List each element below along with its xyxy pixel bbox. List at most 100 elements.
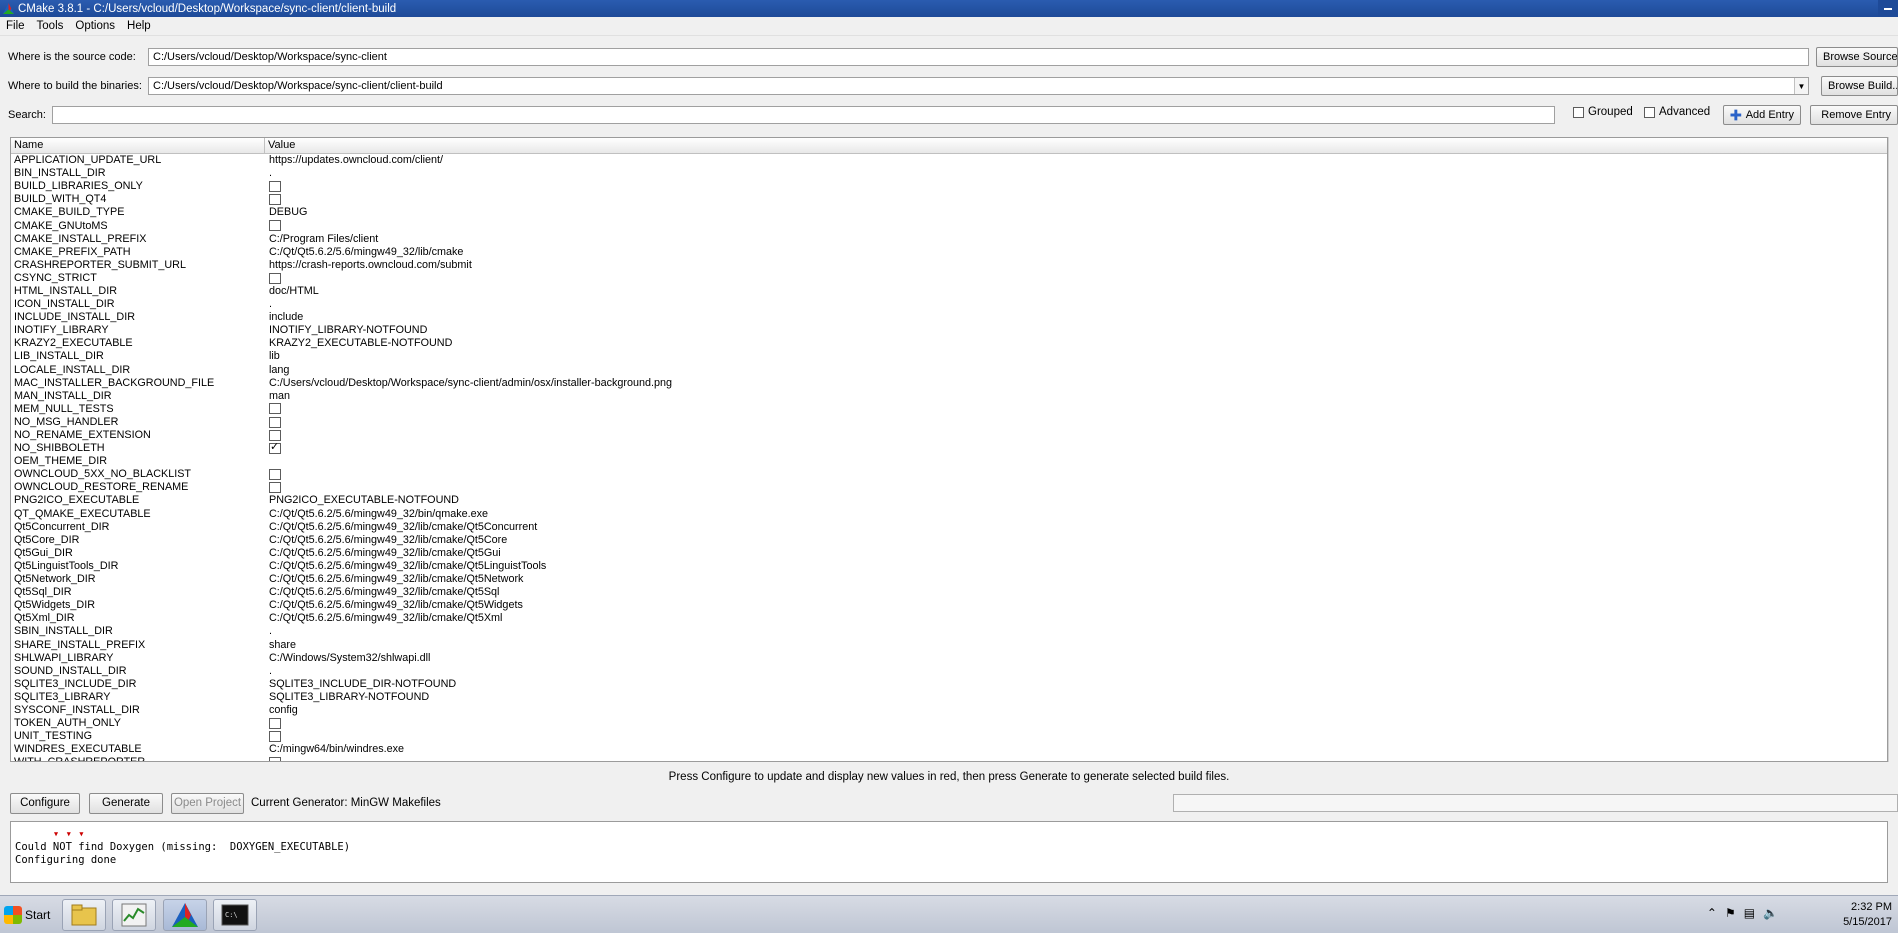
cache-entry-value[interactable]: SQLITE3_INCLUDE_DIR-NOTFOUND <box>265 678 1887 691</box>
browse-source-button[interactable]: Browse Source... <box>1816 47 1898 67</box>
cache-entry-value[interactable]: DEBUG <box>265 206 1887 219</box>
table-row[interactable]: KRAZY2_EXECUTABLE KRAZY2_EXECUTABLE-NOTFO… <box>11 337 1887 350</box>
source-path-input[interactable]: C:/Users/vcloud/Desktop/Workspace/sync-c… <box>148 48 1809 66</box>
cache-entry-value[interactable]: C:/Windows/System32/shlwapi.dll <box>265 652 1887 665</box>
generate-button[interactable]: Generate <box>89 793 163 814</box>
table-row[interactable]: BIN_INSTALL_DIR. <box>11 167 1887 180</box>
cache-entry-value[interactable]: C:/Qt/Qt5.6.2/5.6/mingw49_32/lib/cmake/Q… <box>265 586 1887 599</box>
cache-entry-value[interactable]: C:/Qt/Qt5.6.2/5.6/mingw49_32/lib/cmake/Q… <box>265 521 1887 534</box>
table-row[interactable]: CMAKE_GNUtoMS <box>11 219 1887 232</box>
cache-entry-value[interactable]: C:/Users/vcloud/Desktop/Workspace/sync-c… <box>265 377 1887 390</box>
table-row[interactable]: CRASHREPORTER_SUBMIT_URL https://crash-re… <box>11 259 1887 272</box>
taskbar-explorer[interactable] <box>62 899 106 931</box>
cache-entry-checkbox[interactable] <box>269 193 281 205</box>
cache-entry-value[interactable]: C:/Qt/Qt5.6.2/5.6/mingw49_32/lib/cmake/Q… <box>265 560 1887 573</box>
table-row[interactable]: Qt5Core_DIR C:/Qt/Qt5.6.2/5.6/mingw49_32/… <box>11 534 1887 547</box>
table-row[interactable]: HTML_INSTALL_DIR doc/HTML <box>11 285 1887 298</box>
network-icon[interactable]: ▤ <box>1744 906 1755 920</box>
table-row[interactable]: QT_QMAKE_EXECUTABLE C:/Qt/Qt5.6.2/5.6/min… <box>11 508 1887 521</box>
cache-entry-checkbox[interactable] <box>269 416 281 428</box>
table-row[interactable]: SHLWAPI_LIBRARY C:/Windows/System32/shlwa… <box>11 652 1887 665</box>
table-row[interactable]: ICON_INSTALL_DIR. <box>11 298 1887 311</box>
table-row[interactable]: SQLITE3_LIBRARY SQLITE3_LIBRARY-NOTFOUND <box>11 691 1887 704</box>
cache-entry-checkbox[interactable] <box>269 757 281 761</box>
menu-tools[interactable]: Tools <box>31 20 70 32</box>
add-entry-button[interactable]: Add Entry <box>1723 105 1801 125</box>
cache-entry-value[interactable]: lang <box>265 364 1887 377</box>
cache-entry-value[interactable]: C:/Qt/Qt5.6.2/5.6/mingw49_32/lib/cmake/Q… <box>265 612 1887 625</box>
taskbar-cmake[interactable] <box>163 899 207 931</box>
cache-entry-checkbox[interactable] <box>269 429 281 441</box>
table-row[interactable]: PNG2ICO_EXECUTABLE PNG2ICO_EXECUTABLE-NOT… <box>11 494 1887 507</box>
cache-entry-value[interactable]: . <box>265 298 1887 311</box>
menu-file[interactable]: File <box>0 20 31 32</box>
table-row[interactable]: WINDRES_EXECUTABLE C:/mingw64/bin/windres… <box>11 743 1887 756</box>
table-row[interactable]: SYSCONF_INSTALL_DIR config <box>11 704 1887 717</box>
column-header-name[interactable]: Name <box>11 138 265 153</box>
table-row[interactable]: NO_MSG_HANDLER <box>11 416 1887 429</box>
table-row[interactable]: LOCALE_INSTALL_DIR lang <box>11 364 1887 377</box>
cache-entry-value[interactable]: . <box>265 167 1887 180</box>
table-row[interactable]: CMAKE_INSTALL_PREFIX C:/Program Files/cli… <box>11 233 1887 246</box>
table-row[interactable]: MAN_INSTALL_DIR man <box>11 390 1887 403</box>
table-row[interactable]: CMAKE_BUILD_TYPE DEBUG <box>11 206 1887 219</box>
table-row[interactable]: INCLUDE_INSTALL_DIR include <box>11 311 1887 324</box>
table-row[interactable]: NO_RENAME_EXTENSION <box>11 429 1887 442</box>
cache-entry-checkbox[interactable] <box>269 730 281 742</box>
table-row[interactable]: OWNCLOUD_5XX_NO_BLACKLIST <box>11 468 1887 481</box>
cache-entry-value[interactable]: man <box>265 390 1887 403</box>
cache-entry-value[interactable]: C:/mingw64/bin/windres.exe <box>265 743 1887 756</box>
taskbar-monitor[interactable] <box>112 899 156 931</box>
cache-entry-value[interactable]: https://crash-reports.owncloud.com/submi… <box>265 259 1887 272</box>
menu-help[interactable]: Help <box>121 20 157 32</box>
cache-entry-value[interactable]: doc/HTML <box>265 285 1887 298</box>
table-row[interactable]: SQLITE3_INCLUDE_DIR SQLITE3_INCLUDE_DIR-N… <box>11 678 1887 691</box>
cache-entry-value[interactable]: SQLITE3_LIBRARY-NOTFOUND <box>265 691 1887 704</box>
table-row[interactable]: SHARE_INSTALL_PREFIX share <box>11 638 1887 652</box>
cache-entry-value[interactable]: C:/Qt/Qt5.6.2/5.6/mingw49_32/lib/cmake/Q… <box>265 599 1887 612</box>
table-row[interactable]: UNIT_TESTING <box>11 730 1887 743</box>
cache-entry-checkbox[interactable] <box>269 468 281 480</box>
action-center-icon[interactable]: ⚑ <box>1725 906 1736 920</box>
cache-entry-value[interactable]: . <box>265 625 1887 638</box>
table-row[interactable]: TOKEN_AUTH_ONLY <box>11 717 1887 730</box>
cache-entry-value[interactable]: C:/Qt/Qt5.6.2/5.6/mingw49_32/bin/qmake.e… <box>265 508 1887 521</box>
configure-button[interactable]: Configure <box>10 793 80 814</box>
table-row[interactable]: Qt5Widgets_DIR C:/Qt/Qt5.6.2/5.6/mingw49_… <box>11 599 1887 612</box>
table-vertical-scrollbar[interactable] <box>1888 137 1898 762</box>
cache-entry-value[interactable]: C:/Program Files/client <box>265 233 1887 246</box>
cache-entry-checkbox[interactable] <box>269 180 281 192</box>
table-row[interactable]: BUILD_WITH_QT4 <box>11 193 1887 206</box>
table-row[interactable]: MAC_INSTALLER_BACKGROUND_FILE C:/Users/vc… <box>11 377 1887 390</box>
table-row[interactable]: Qt5Xml_DIR C:/Qt/Qt5.6.2/5.6/mingw49_32/l… <box>11 612 1887 625</box>
cache-entry-checkbox[interactable] <box>269 442 281 454</box>
table-row[interactable]: CSYNC_STRICT <box>11 272 1887 285</box>
table-row[interactable]: WITH_CRASHREPORTER <box>11 756 1887 761</box>
show-hidden-icons-icon[interactable]: ⌃ <box>1707 906 1717 920</box>
cache-entry-value[interactable]: . <box>265 665 1887 678</box>
cache-entry-value[interactable]: include <box>265 311 1887 324</box>
taskbar-command-prompt[interactable]: C:\ <box>213 899 257 931</box>
table-row[interactable]: SBIN_INSTALL_DIR. <box>11 625 1887 638</box>
build-path-combobox[interactable]: C:/Users/vcloud/Desktop/Workspace/sync-c… <box>148 77 1809 95</box>
volume-icon[interactable]: 🔈 <box>1763 906 1778 920</box>
column-header-value[interactable]: Value <box>265 138 1887 153</box>
cache-entry-value[interactable]: C:/Qt/Qt5.6.2/5.6/mingw49_32/lib/cmake/Q… <box>265 573 1887 586</box>
cache-entry-checkbox[interactable] <box>269 717 281 729</box>
build-dropdown-arrow[interactable]: ▼ <box>1794 78 1808 94</box>
cache-entry-value[interactable]: share <box>265 639 1887 652</box>
cache-entry-checkbox[interactable] <box>269 482 281 494</box>
table-row[interactable]: INOTIFY_LIBRARY INOTIFY_LIBRARY-NOTFOUND <box>11 324 1887 337</box>
cache-entry-checkbox[interactable] <box>269 220 281 232</box>
open-project-button[interactable]: Open Project <box>171 793 244 814</box>
remove-entry-button[interactable]: Remove Entry <box>1810 105 1898 125</box>
cache-entry-value[interactable]: config <box>265 704 1887 717</box>
cache-entry-value[interactable]: PNG2ICO_EXECUTABLE-NOTFOUND <box>265 494 1887 507</box>
table-row[interactable]: OWNCLOUD_RESTORE_RENAME <box>11 481 1887 494</box>
cache-entry-value[interactable]: lib <box>265 350 1887 363</box>
table-row[interactable]: CMAKE_PREFIX_PATH C:/Qt/Qt5.6.2/5.6/mingw… <box>11 246 1887 259</box>
cache-entry-value[interactable]: INOTIFY_LIBRARY-NOTFOUND <box>265 324 1887 337</box>
cache-entry-value[interactable]: https://updates.owncloud.com/client/ <box>265 154 1887 167</box>
cache-entry-value[interactable]: KRAZY2_EXECUTABLE-NOTFOUND <box>265 337 1887 350</box>
minimize-button[interactable] <box>1878 0 1898 17</box>
